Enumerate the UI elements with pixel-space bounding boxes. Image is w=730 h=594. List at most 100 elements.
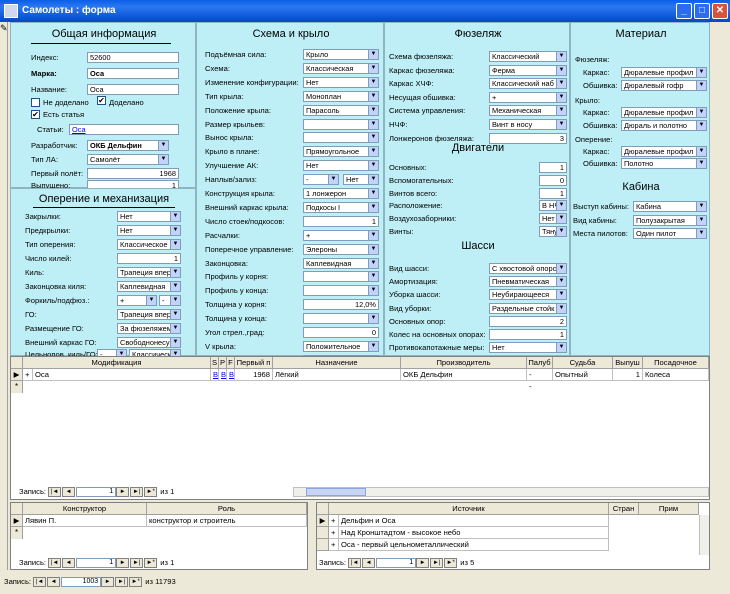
engines-combo[interactable]: 1 [539, 187, 567, 199]
name-field[interactable]: Оса [87, 84, 179, 95]
column-header[interactable]: Первый п [235, 357, 273, 369]
wing-combo[interactable]: ▼ [303, 118, 379, 130]
chevron-down-icon[interactable]: ▼ [556, 290, 566, 300]
column-header[interactable]: Посадочное [643, 357, 709, 369]
record-number-field[interactable]: 1 [76, 558, 117, 568]
wing-combo[interactable]: Подкосы I ▼ [303, 201, 379, 213]
chevron-down-icon[interactable]: ▼ [368, 286, 378, 296]
chevron-down-icon[interactable]: ▼ [368, 50, 378, 59]
first-record-button[interactable]: |◄ [48, 558, 62, 568]
chevron-down-icon[interactable]: ▼ [556, 201, 566, 211]
current-row-indicator[interactable]: ▶ [11, 369, 23, 381]
engines-combo[interactable]: 0 [539, 174, 567, 186]
chevron-down-icon[interactable]: ▼ [368, 105, 378, 115]
fuselage-combo[interactable]: Винт в носу ▼ [489, 119, 567, 130]
column-header[interactable]: Палуб [527, 357, 553, 369]
engines-combo[interactable]: Нет ▼ [539, 213, 567, 225]
new-record-button[interactable]: ►* [144, 558, 158, 568]
next-record-button[interactable]: ► [416, 558, 430, 568]
column-header[interactable]: S [211, 357, 219, 369]
articles-link[interactable]: Оса [69, 124, 179, 135]
chevron-down-icon[interactable]: ▼ [170, 226, 180, 235]
gear-combo[interactable]: С хвостовой опорс ▼ [489, 263, 567, 274]
chevron-down-icon[interactable]: ▼ [556, 277, 566, 287]
next-record-button[interactable]: ► [116, 558, 130, 568]
wing-skin-combo[interactable]: Дюраль и полотно ▼ [621, 120, 707, 131]
chevron-down-icon[interactable]: ▼ [170, 212, 180, 221]
horizontal-scrollbar[interactable] [293, 487, 709, 497]
chevron-down-icon[interactable]: ▼ [170, 240, 180, 249]
first-record-button[interactable]: |◄ [48, 487, 62, 497]
wing-combo[interactable]: ▼ [303, 132, 379, 144]
index-field[interactable]: 52600 [87, 52, 179, 63]
fus-frame-combo[interactable]: Дюралевые профил ▼ [621, 67, 707, 78]
chevron-down-icon[interactable]: ▼ [368, 147, 378, 157]
chevron-down-icon[interactable]: ▼ [368, 341, 378, 351]
chevron-down-icon[interactable]: ▼ [368, 314, 378, 324]
new-row-marker[interactable]: * [11, 527, 23, 539]
chevron-down-icon[interactable]: ▼ [556, 264, 566, 273]
first-flight-field[interactable]: 1968 [87, 168, 179, 179]
expand-row-icon[interactable]: + [329, 539, 339, 551]
plumage-combo[interactable]: Классическое ▼ [117, 239, 181, 250]
cabin-combo[interactable]: Полузакрытая ▼ [633, 214, 707, 226]
wing-combo[interactable]: ▼ [303, 285, 379, 297]
prev-record-button[interactable]: ◄ [62, 558, 76, 568]
chevron-down-icon[interactable]: ▼ [368, 189, 378, 198]
record-number-field[interactable]: 1 [76, 487, 117, 497]
column-header[interactable]: F [227, 357, 235, 369]
chevron-down-icon[interactable]: ▼ [696, 68, 706, 77]
wing-combo-b[interactable]: Нет ▼ [343, 174, 379, 186]
chevron-down-icon[interactable]: ▼ [696, 229, 706, 238]
gear-combo[interactable]: Пневматическая ▼ [489, 276, 567, 288]
row-selector[interactable] [317, 527, 329, 539]
new-row-marker[interactable]: * [11, 381, 23, 393]
has-article-checkbox[interactable]: ✔ [31, 110, 40, 119]
wing-combo[interactable]: Парасоль ▼ [303, 104, 379, 116]
last-record-button[interactable]: ►| [430, 558, 444, 568]
gear-combo[interactable]: 1 [489, 329, 567, 340]
chevron-down-icon[interactable]: ▼ [556, 106, 566, 116]
chevron-down-icon[interactable]: ▼ [158, 141, 168, 150]
plumage-combo-a[interactable]: + ▼ [117, 295, 157, 306]
chevron-down-icon[interactable]: ▼ [368, 119, 378, 129]
chevron-down-icon[interactable]: ▼ [368, 272, 378, 282]
wing-combo[interactable]: Каплевидная ▼ [303, 257, 379, 269]
prev-record-button[interactable]: ◄ [62, 487, 76, 497]
chevron-down-icon[interactable]: ▼ [328, 175, 338, 185]
chevron-down-icon[interactable]: ▼ [696, 159, 706, 168]
developer-combo[interactable]: ОКБ Дельфин ▼ [87, 140, 169, 151]
minimize-button[interactable]: _ [676, 3, 692, 19]
last-record-button[interactable]: ►| [115, 577, 129, 587]
vertical-scrollbar[interactable] [699, 515, 709, 555]
chevron-down-icon[interactable]: ▼ [368, 230, 378, 240]
gear-combo[interactable]: Раздельные стойк ▼ [489, 302, 567, 314]
prev-record-button[interactable]: ◄ [362, 558, 376, 568]
chevron-down-icon[interactable]: ▼ [170, 268, 180, 277]
engines-combo[interactable]: В НЧФ ▼ [539, 200, 567, 212]
column-header[interactable]: Роль [147, 503, 307, 515]
plumage-combo[interactable]: Свободнонесущее ▼ [117, 337, 181, 348]
close-button[interactable]: ✕ [712, 3, 728, 19]
designers-cell[interactable]: конструктор и строитель [147, 515, 307, 527]
wing-combo[interactable]: Нет ▼ [303, 76, 379, 88]
brand-field[interactable]: Оса [87, 68, 179, 79]
chevron-down-icon[interactable]: ▼ [368, 244, 378, 254]
designers-cell[interactable]: Лявин П. [23, 515, 147, 527]
wing-combo[interactable]: Моноплан ▼ [303, 90, 379, 102]
chevron-down-icon[interactable]: ▼ [556, 120, 566, 129]
next-record-button[interactable]: ► [101, 577, 115, 587]
plumage-combo[interactable]: Каплевидная ▼ [117, 281, 181, 292]
chevron-down-icon[interactable]: ▼ [696, 215, 706, 225]
fuselage-combo[interactable]: + ▼ [489, 91, 567, 103]
expand-row-icon[interactable]: + [329, 527, 339, 539]
current-row-indicator[interactable]: ▶ [317, 515, 329, 527]
first-record-button[interactable]: |◄ [33, 577, 47, 587]
column-header[interactable]: Источник [329, 503, 609, 515]
chevron-down-icon[interactable]: ▼ [146, 296, 156, 305]
wing-combo[interactable]: 12,0% [303, 299, 379, 311]
mods-cell[interactable]: B [211, 369, 219, 381]
engines-combo[interactable]: 1 [539, 162, 567, 173]
record-number-field[interactable]: 1003 [61, 577, 102, 587]
column-header[interactable]: Назначение [273, 357, 401, 369]
